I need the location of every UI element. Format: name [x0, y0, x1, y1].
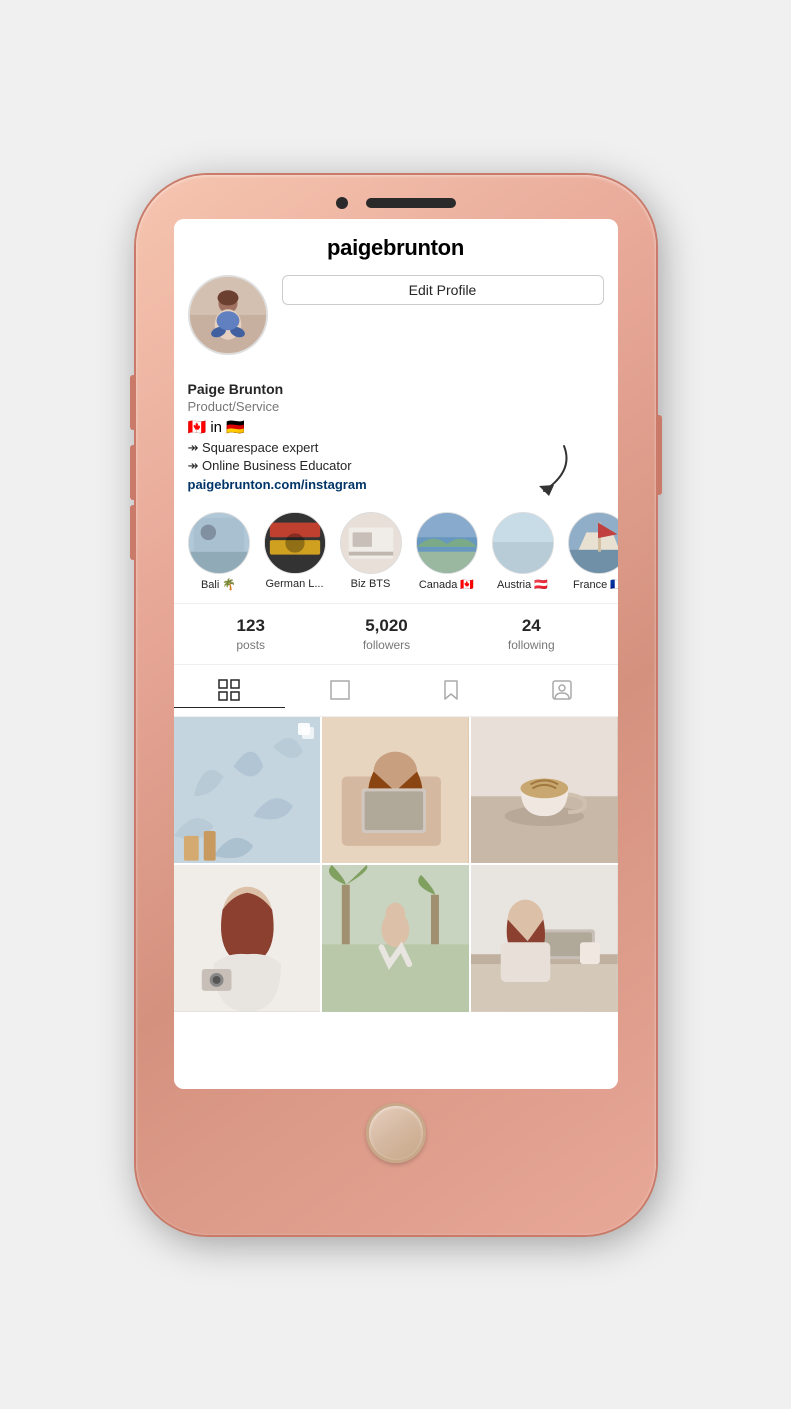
bio-section: Paige Brunton Product/Service 🇨🇦 in 🇩🇪 ↠… [174, 381, 618, 504]
bookmark-icon [440, 679, 462, 701]
highlight-biz[interactable]: Biz BTS [340, 512, 402, 591]
tab-tagged[interactable] [507, 673, 618, 708]
profile-header: paigebrunton [174, 219, 618, 381]
highlight-france[interactable]: France 🇫🇷 [568, 512, 618, 591]
highlight-label-canada: Canada 🇨🇦 [419, 578, 474, 591]
stat-followers: 5,020 followers [363, 616, 410, 652]
phone-top-bar [136, 175, 656, 209]
grid-item-4[interactable] [174, 865, 321, 1012]
grid-item-5[interactable] [322, 865, 469, 1012]
tab-saved[interactable] [396, 673, 507, 708]
highlight-circle-german [264, 512, 326, 574]
highlight-german[interactable]: German L... [264, 512, 326, 591]
feed-icon [329, 679, 351, 701]
highlight-label-austria: Austria 🇦🇹 [497, 578, 548, 591]
profile-info-row: Edit Profile [188, 275, 604, 355]
tab-grid[interactable] [174, 673, 285, 708]
highlight-circle-austria [492, 512, 554, 574]
highlight-austria[interactable]: Austria 🇦🇹 [492, 512, 554, 591]
grid-item-6[interactable] [471, 865, 618, 1012]
link-row: paigebrunton.com/instagram [188, 476, 604, 494]
highlight-circle-canada [416, 512, 478, 574]
grid-item-3[interactable] [471, 717, 618, 864]
flags: 🇨🇦 in 🇩🇪 [188, 418, 245, 436]
stats-row: 123 posts 5,020 followers 24 following [174, 603, 618, 665]
highlight-label-biz: Biz BTS [351, 578, 391, 590]
tab-bar [174, 665, 618, 717]
speaker-bar [366, 198, 456, 208]
highlight-circle-bali [188, 512, 250, 574]
bio-line-1: ↠ Squarespace expert [188, 440, 604, 456]
posts-count: 123 [237, 616, 265, 636]
highlight-label-france: France 🇫🇷 [573, 578, 618, 591]
home-button[interactable] [366, 1103, 426, 1163]
highlight-label-bali: Bali 🌴 [201, 578, 236, 591]
highlight-circle-france [568, 512, 618, 574]
story-highlights: Bali 🌴 German L... [174, 504, 618, 603]
grid-icon [218, 679, 240, 701]
grid-item-1[interactable] [174, 717, 321, 864]
photo-grid [174, 717, 618, 1012]
username: paigebrunton [327, 235, 464, 261]
following-count: 24 [522, 616, 541, 636]
real-name: Paige Brunton [188, 381, 604, 397]
phone-wrapper: paigebrunton [0, 0, 791, 1409]
avatar-container [188, 275, 268, 355]
edit-profile-section: Edit Profile [282, 275, 604, 305]
highlight-canada[interactable]: Canada 🇨🇦 [416, 512, 478, 591]
highlight-label-german: German L... [265, 578, 323, 590]
username-row: paigebrunton [188, 235, 604, 261]
multi-photo-icon [298, 723, 314, 739]
highlight-circle-biz [340, 512, 402, 574]
followers-label: followers [363, 638, 410, 652]
grid-item-2[interactable] [322, 717, 469, 864]
following-label: following [508, 638, 555, 652]
stat-posts: 123 posts [236, 616, 265, 652]
camera-dot [336, 197, 348, 209]
category: Product/Service [188, 399, 604, 414]
bio-line-2: ↠ Online Business Educator [188, 458, 604, 474]
phone-body: paigebrunton [136, 175, 656, 1235]
instagram-screen: paigebrunton [174, 219, 618, 1089]
posts-label: posts [236, 638, 265, 652]
edit-profile-button[interactable]: Edit Profile [282, 275, 604, 305]
website-link[interactable]: paigebrunton.com/instagram [188, 477, 367, 492]
tab-feed[interactable] [285, 673, 396, 708]
highlight-bali[interactable]: Bali 🌴 [188, 512, 250, 591]
flags-row: 🇨🇦 in 🇩🇪 [188, 418, 604, 436]
avatar [188, 275, 268, 355]
tagged-icon [551, 679, 573, 701]
stat-following: 24 following [508, 616, 555, 652]
followers-count: 5,020 [365, 616, 408, 636]
phone-screen: paigebrunton [174, 219, 618, 1089]
